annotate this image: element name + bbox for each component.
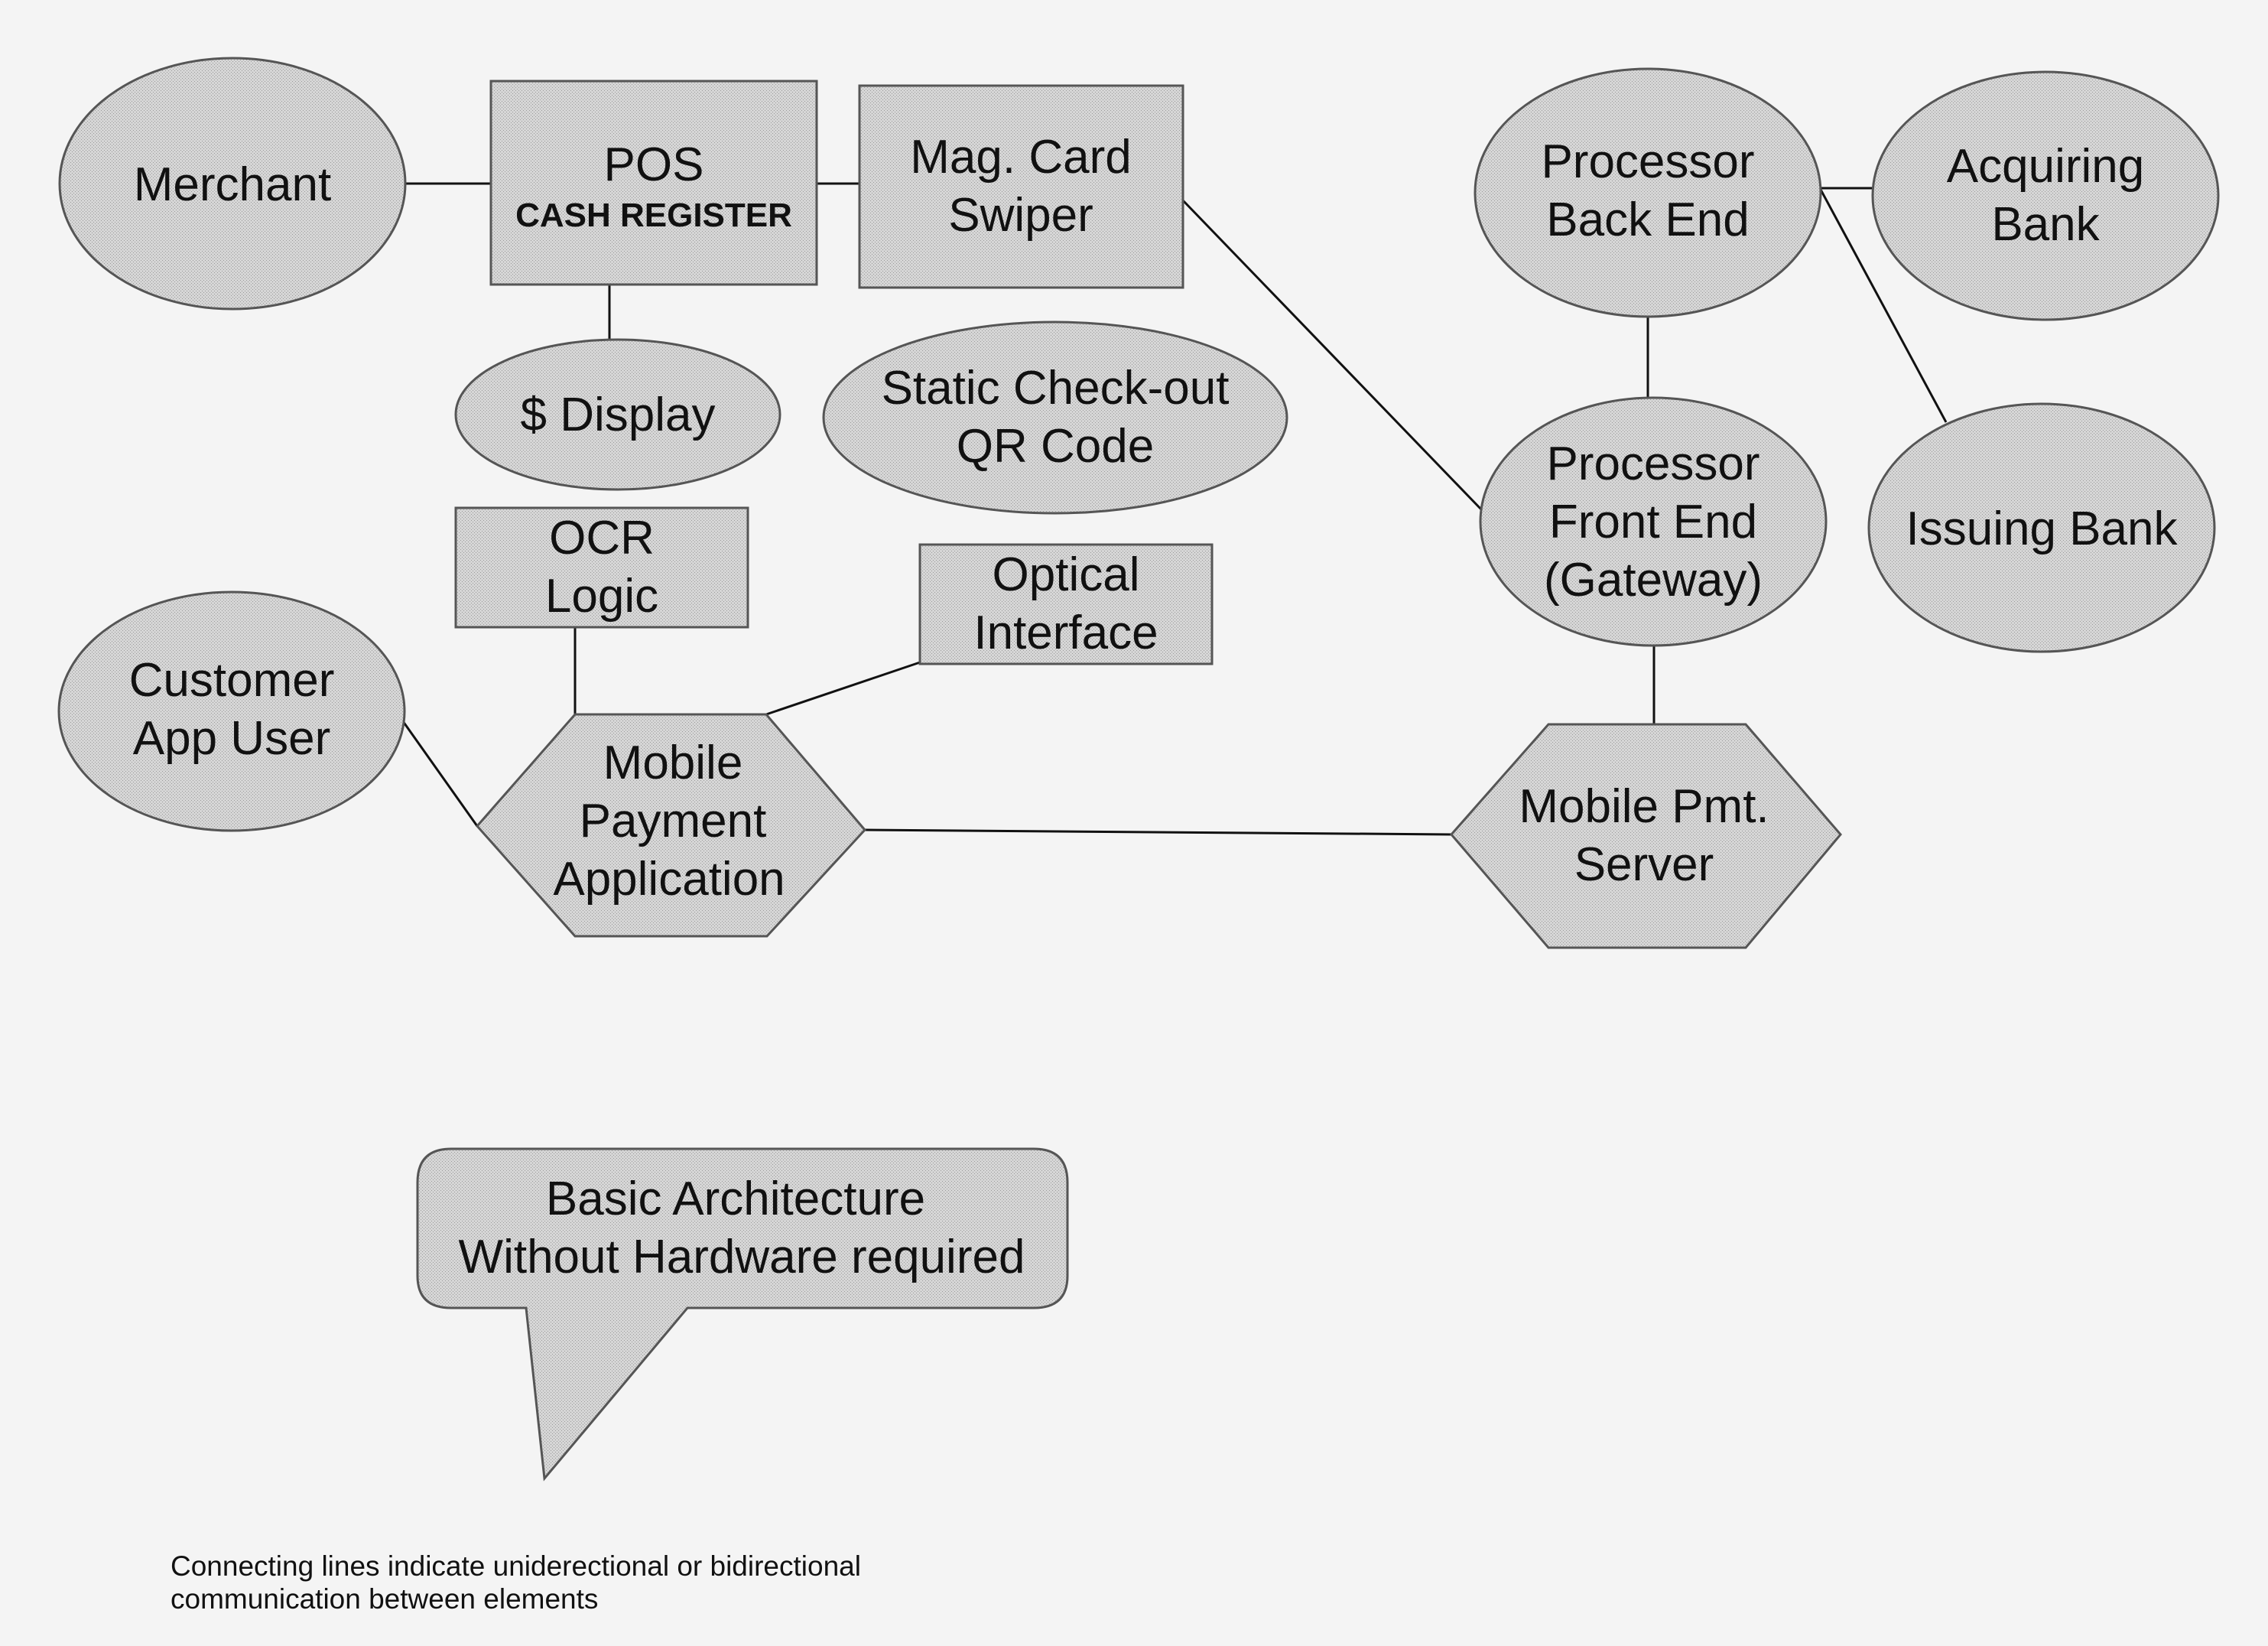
caption-line1: Connecting lines indicate uniderectional… bbox=[171, 1550, 861, 1582]
edge-customer-mobile-app bbox=[401, 721, 479, 827]
processor-front-end-line1: Processor bbox=[1546, 438, 1759, 490]
mobile-app-label-line3: Application bbox=[553, 853, 785, 906]
static-qr-label-line1: Static Check-out bbox=[882, 362, 1230, 415]
node-merchant: Merchant bbox=[58, 57, 407, 311]
node-mag-card: Mag. Card Swiper bbox=[858, 84, 1184, 289]
customer-label-line2: App User bbox=[133, 712, 330, 765]
merchant-label: Merchant bbox=[134, 158, 331, 211]
mag-card-label-line2: Swiper bbox=[948, 189, 1093, 242]
edge-mobile-app-server bbox=[864, 828, 1452, 836]
pos-label: POS bbox=[604, 138, 704, 191]
mag-card-label-line1: Mag. Card bbox=[910, 131, 1131, 184]
static-qr-label-line2: QR Code bbox=[957, 420, 1154, 473]
node-ocr: OCR Logic bbox=[454, 506, 749, 629]
mobile-app-label-line1: Mobile bbox=[603, 737, 743, 789]
mobile-server-hexagon bbox=[1450, 723, 1842, 949]
mobile-app-label-line2: Payment bbox=[580, 795, 767, 847]
processor-back-end-ellipse bbox=[1474, 67, 1822, 318]
node-processor-front-end: Processor Front End (Gateway) bbox=[1479, 396, 1828, 647]
processor-back-end-line1: Processor bbox=[1541, 135, 1754, 188]
node-pos: POS CASH REGISTER bbox=[489, 80, 818, 286]
processor-front-end-line3: (Gateway) bbox=[1544, 554, 1763, 607]
node-mobile-server: Mobile Pmt. Server bbox=[1450, 723, 1842, 949]
node-mobile-app: Mobile Payment Application bbox=[475, 713, 867, 938]
node-issuing-bank: Issuing Bank bbox=[1867, 402, 2216, 653]
display-label: $ Display bbox=[521, 389, 716, 441]
mobile-server-label-line2: Server bbox=[1574, 838, 1714, 891]
ocr-label-line2: Logic bbox=[545, 570, 658, 623]
acquiring-bank-ellipse bbox=[1871, 70, 2220, 321]
processor-back-end-line2: Back End bbox=[1546, 194, 1749, 246]
callout-line1: Basic Architecture bbox=[546, 1173, 925, 1225]
node-customer: Customer App User bbox=[57, 590, 406, 832]
acquiring-bank-line1: Acquiring bbox=[1947, 140, 2144, 193]
node-display: $ Display bbox=[454, 338, 781, 491]
caption-line2: communication between elements bbox=[171, 1583, 598, 1615]
ocr-label-line1: OCR bbox=[549, 512, 655, 564]
customer-label-line1: Customer bbox=[129, 654, 335, 707]
acquiring-bank-line2: Bank bbox=[1991, 198, 2100, 251]
processor-front-end-line2: Front End bbox=[1549, 496, 1757, 548]
caption: Connecting lines indicate uniderectional… bbox=[171, 1550, 861, 1615]
pos-subtitle: CASH REGISTER bbox=[515, 197, 792, 234]
mobile-server-label-line1: Mobile Pmt. bbox=[1519, 780, 1769, 833]
callout-line2: Without Hardware required bbox=[459, 1231, 1025, 1283]
architecture-diagram: Merchant POS CASH REGISTER Mag. Card Swi… bbox=[57, 57, 2220, 1615]
customer-ellipse bbox=[57, 590, 406, 832]
mag-card-box bbox=[858, 84, 1184, 289]
node-acquiring-bank: Acquiring Bank bbox=[1871, 70, 2220, 321]
edge-optical-mobile-app bbox=[765, 661, 921, 716]
node-optical: Optical Interface bbox=[918, 543, 1214, 665]
node-static-qr: Static Check-out QR Code bbox=[822, 320, 1288, 515]
static-qr-ellipse bbox=[822, 320, 1288, 515]
callout-bubble: Basic Architecture Without Hardware requ… bbox=[416, 1147, 1069, 1482]
optical-label-line2: Interface bbox=[973, 607, 1158, 659]
optical-label-line1: Optical bbox=[993, 548, 1140, 601]
node-processor-back-end: Processor Back End bbox=[1474, 67, 1822, 318]
issuing-bank-label: Issuing Bank bbox=[1906, 503, 2179, 555]
